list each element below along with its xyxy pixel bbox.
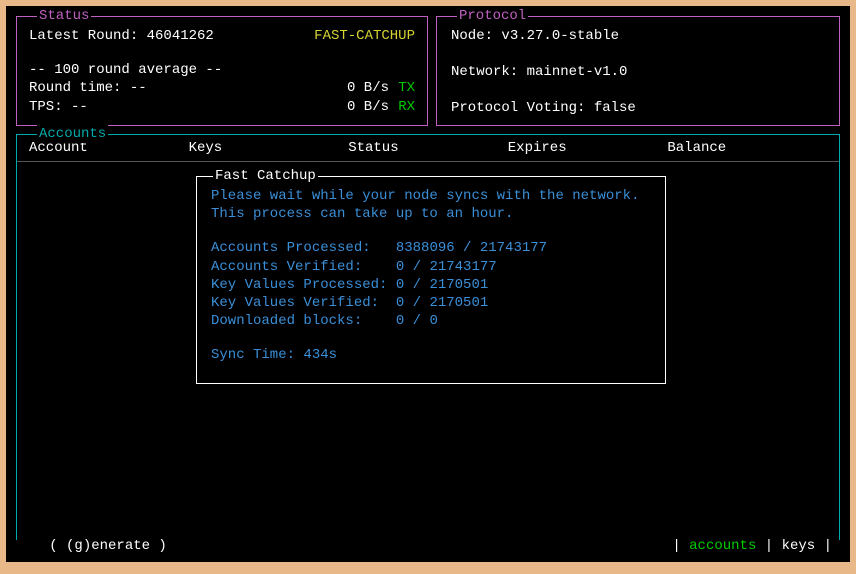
col-expires[interactable]: Expires bbox=[508, 139, 668, 157]
rx-rate: 0 B/sRX bbox=[334, 98, 415, 116]
terminal: Status Latest Round: 46041262 FAST-CATCH… bbox=[6, 6, 850, 562]
network-id: Network: mainnet-v1.0 bbox=[451, 63, 825, 81]
status-content: Latest Round: 46041262 FAST-CATCHUP -- 1… bbox=[17, 17, 427, 126]
sync-time: Sync Time: 434s bbox=[211, 346, 651, 364]
key-values-processed: Key Values Processed: 0 / 2170501 bbox=[211, 276, 651, 294]
bottom-bar: ( (g)enerate ) | accounts | keys | bbox=[16, 540, 840, 558]
catchup-mode-indicator: FAST-CATCHUP bbox=[314, 27, 415, 45]
protocol-title: Protocol bbox=[457, 7, 528, 25]
col-balance[interactable]: Balance bbox=[667, 139, 827, 157]
round-time-label: Round time: -- bbox=[29, 79, 147, 97]
accounts-table-header: Account Keys Status Expires Balance bbox=[17, 135, 839, 162]
latest-round: Latest Round: 46041262 bbox=[29, 27, 214, 45]
protocol-content: Node: v3.27.0-stable Network: mainnet-v1… bbox=[437, 17, 839, 128]
accounts-title: Accounts bbox=[37, 125, 108, 143]
key-values-verified: Key Values Verified: 0 / 2170501 bbox=[211, 294, 651, 312]
accounts-verified: Accounts Verified: 0 / 21743177 bbox=[211, 258, 651, 276]
round-avg-header: -- 100 round average -- bbox=[29, 61, 415, 79]
catchup-msg1: Please wait while your node syncs with t… bbox=[211, 187, 651, 205]
tab-keys[interactable]: keys bbox=[782, 538, 816, 554]
catchup-content: Please wait while your node syncs with t… bbox=[197, 177, 665, 375]
tx-rate: 0 B/sTX bbox=[334, 79, 415, 97]
generate-action[interactable]: ( (g)enerate ) bbox=[49, 538, 167, 554]
catchup-title: Fast Catchup bbox=[213, 167, 318, 185]
catchup-msg2: This process can take up to an hour. bbox=[211, 205, 651, 223]
status-panel: Status Latest Round: 46041262 FAST-CATCH… bbox=[16, 16, 428, 126]
col-keys[interactable]: Keys bbox=[189, 139, 349, 157]
tab-accounts[interactable]: accounts bbox=[689, 538, 756, 554]
protocol-voting: Protocol Voting: false bbox=[451, 99, 825, 117]
status-title: Status bbox=[37, 7, 91, 25]
tps-label: TPS: -- bbox=[29, 98, 88, 116]
accounts-processed: Accounts Processed: 8388096 / 21743177 bbox=[211, 239, 651, 257]
node-version: Node: v3.27.0-stable bbox=[451, 27, 825, 45]
fast-catchup-modal: Fast Catchup Please wait while your node… bbox=[196, 176, 666, 384]
col-status[interactable]: Status bbox=[348, 139, 508, 157]
downloaded-blocks: Downloaded blocks: 0 / 0 bbox=[211, 312, 651, 330]
protocol-panel: Protocol Node: v3.27.0-stable Network: m… bbox=[436, 16, 840, 126]
